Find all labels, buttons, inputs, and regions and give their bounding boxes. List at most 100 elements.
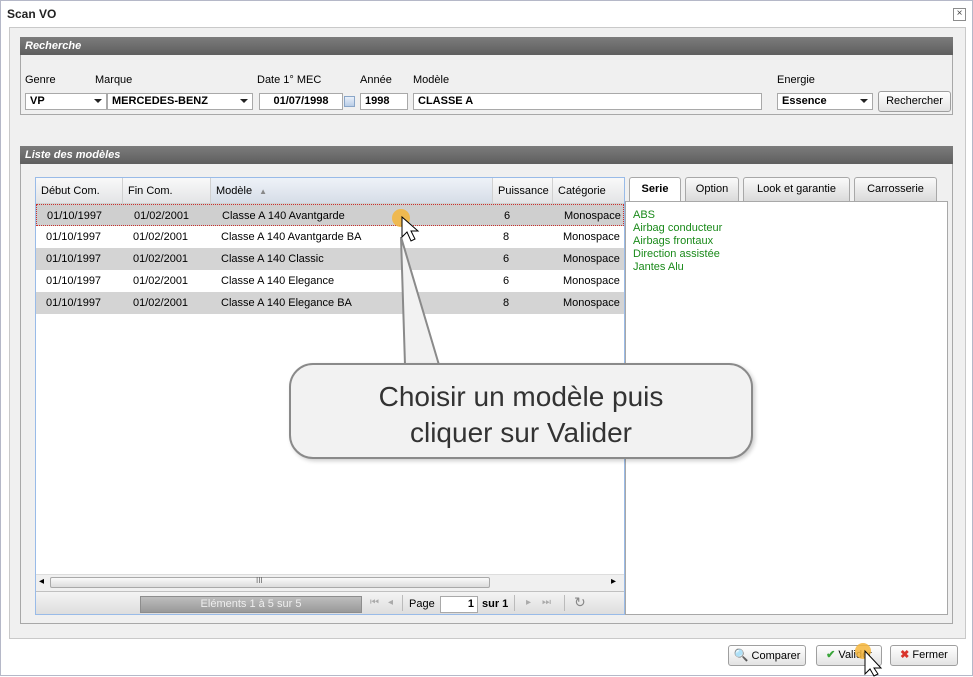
table-row[interactable]: 01/10/1997 01/02/2001 Classe A 140 Elega… xyxy=(36,270,624,292)
calendar-icon[interactable] xyxy=(344,96,355,107)
last-page-icon[interactable]: ⏭ xyxy=(542,597,551,608)
list-item: Airbag conducteur xyxy=(633,222,723,234)
page-number-input[interactable]: 1 xyxy=(440,596,478,613)
close-button[interactable]: ✖ Fermer xyxy=(890,645,958,666)
column-puissance[interactable]: Puissance xyxy=(493,178,553,203)
genre-label: Genre xyxy=(25,74,56,86)
tab-look-et-garantie[interactable]: Look et garantie xyxy=(743,177,850,201)
cell-categorie: Monospace xyxy=(563,297,620,309)
cell-categorie: Monospace xyxy=(564,210,621,222)
tab-carrosserie[interactable]: Carrosserie xyxy=(854,177,937,201)
chevron-down-icon[interactable] xyxy=(240,99,248,103)
pager-separator xyxy=(514,595,515,611)
cell-puissance: 6 xyxy=(503,253,510,265)
mouse-cursor-icon xyxy=(855,643,883,677)
compare-label: Comparer xyxy=(751,650,801,662)
marque-value: MERCEDES-BENZ xyxy=(112,95,208,107)
date-mec-label: Date 1° MEC xyxy=(257,74,322,86)
cell-puissance: 8 xyxy=(503,231,510,243)
cell-debut: 01/10/1997 xyxy=(47,210,103,222)
magnifier-icon: 🔍 xyxy=(733,648,749,662)
instruction-callout: Choisir un modèle puis cliquer sur Valid… xyxy=(289,363,753,459)
cell-fin: 01/02/2001 xyxy=(133,297,189,309)
date-mec-value: 01/07/1998 xyxy=(273,95,329,107)
modele-field[interactable]: CLASSE A xyxy=(413,93,762,110)
column-debut-com[interactable]: Début Com. xyxy=(36,178,123,203)
cell-modele: Classe A 140 Avantgarde xyxy=(222,210,345,222)
refresh-icon[interactable]: ↻ xyxy=(574,594,586,611)
annee-value: 1998 xyxy=(365,95,390,107)
paging-display: Eléments 1 à 5 sur 5 xyxy=(140,596,362,613)
tab-serie[interactable]: Serie xyxy=(629,177,681,202)
horizontal-scrollbar[interactable]: ◂ III ▸ xyxy=(36,574,624,591)
check-icon: ✔ xyxy=(826,649,836,661)
scroll-grip-icon: III xyxy=(256,576,263,585)
callout-pointer xyxy=(400,237,441,366)
genre-value: VP xyxy=(30,95,45,107)
genre-select[interactable]: VP xyxy=(25,93,107,110)
grid-header: Début Com. Fin Com. Modèle ▲ Puissance C… xyxy=(36,178,624,204)
search-panel-header: Recherche xyxy=(20,37,953,55)
scroll-left-icon[interactable]: ◂ xyxy=(39,576,44,587)
paging-toolbar: Eléments 1 à 5 sur 5 ⏮ ◂ Page 1 sur 1 ▸ … xyxy=(36,591,624,614)
marque-select[interactable]: MERCEDES-BENZ xyxy=(107,93,253,110)
cell-debut: 01/10/1997 xyxy=(46,231,102,243)
chevron-down-icon[interactable] xyxy=(860,99,868,103)
cell-puissance: 6 xyxy=(503,275,510,287)
cell-categorie: Monospace xyxy=(563,253,620,265)
energie-select[interactable]: Essence xyxy=(777,93,873,110)
cell-modele: Classe A 140 Elegance xyxy=(221,275,335,287)
page-count-label: sur 1 xyxy=(482,598,509,610)
cell-fin: 01/02/2001 xyxy=(133,253,189,265)
scan-vo-window: Scan VO × Recherche Genre Marque Date 1°… xyxy=(0,0,973,677)
search-button[interactable]: Rechercher xyxy=(878,91,951,112)
list-item: ABS xyxy=(633,209,656,221)
modele-label: Modèle xyxy=(413,74,450,86)
column-fin-com[interactable]: Fin Com. xyxy=(123,178,211,203)
close-label: Fermer xyxy=(912,649,948,661)
close-icon: ✖ xyxy=(900,649,910,661)
column-categorie[interactable]: Catégorie xyxy=(553,178,624,203)
cell-modele: Classe A 140 Elegance BA xyxy=(221,297,352,309)
table-row[interactable]: 01/10/1997 01/02/2001 Classe A 140 Class… xyxy=(36,248,624,270)
cell-debut: 01/10/1997 xyxy=(46,297,102,309)
scroll-right-icon[interactable]: ▸ xyxy=(611,576,616,587)
column-modele-label: Modèle xyxy=(216,185,253,197)
column-modele[interactable]: Modèle ▲ xyxy=(211,178,493,203)
scrollbar-thumb[interactable]: III xyxy=(50,576,490,588)
table-row[interactable]: 01/10/1997 01/02/2001 Classe A 140 Elega… xyxy=(36,292,624,314)
cell-fin: 01/02/2001 xyxy=(134,210,190,222)
window-title: Scan VO xyxy=(7,7,57,21)
cell-categorie: Monospace xyxy=(563,231,620,243)
cell-fin: 01/02/2001 xyxy=(133,231,189,243)
cell-categorie: Monospace xyxy=(563,275,620,287)
table-row[interactable]: 01/10/1997 01/02/2001 Classe A 140 Avant… xyxy=(36,204,624,226)
pager-separator xyxy=(564,595,565,611)
annee-label: Année xyxy=(360,74,392,86)
models-panel-header: Liste des modèles xyxy=(20,146,953,164)
page-label: Page xyxy=(409,598,435,610)
cell-modele: Classe A 140 Avantgarde BA xyxy=(221,231,362,243)
energie-label: Energie xyxy=(777,74,815,86)
marque-label: Marque xyxy=(95,74,133,86)
tab-option[interactable]: Option xyxy=(685,177,739,201)
list-item: Direction assistée xyxy=(633,248,720,260)
window-titlebar: Scan VO × xyxy=(1,1,972,26)
list-item: Jantes Alu xyxy=(633,261,684,273)
date-mec-field[interactable]: 01/07/1998 xyxy=(259,93,343,110)
next-page-icon[interactable]: ▸ xyxy=(526,597,531,608)
cell-puissance: 8 xyxy=(503,297,510,309)
prev-page-icon[interactable]: ◂ xyxy=(388,597,393,608)
cell-puissance: 6 xyxy=(504,210,511,222)
annee-field[interactable]: 1998 xyxy=(360,93,408,110)
compare-button[interactable]: 🔍 Comparer xyxy=(728,645,806,666)
mouse-cursor-icon xyxy=(392,209,420,242)
chevron-down-icon[interactable] xyxy=(94,99,102,103)
energie-value: Essence xyxy=(782,95,827,107)
modele-value: CLASSE A xyxy=(418,95,474,107)
sort-asc-icon: ▲ xyxy=(259,187,268,196)
close-icon[interactable]: × xyxy=(953,8,966,21)
first-page-icon[interactable]: ⏮ xyxy=(370,597,379,608)
list-item: Airbags frontaux xyxy=(633,235,714,247)
table-row[interactable]: 01/10/1997 01/02/2001 Classe A 140 Avant… xyxy=(36,226,624,248)
